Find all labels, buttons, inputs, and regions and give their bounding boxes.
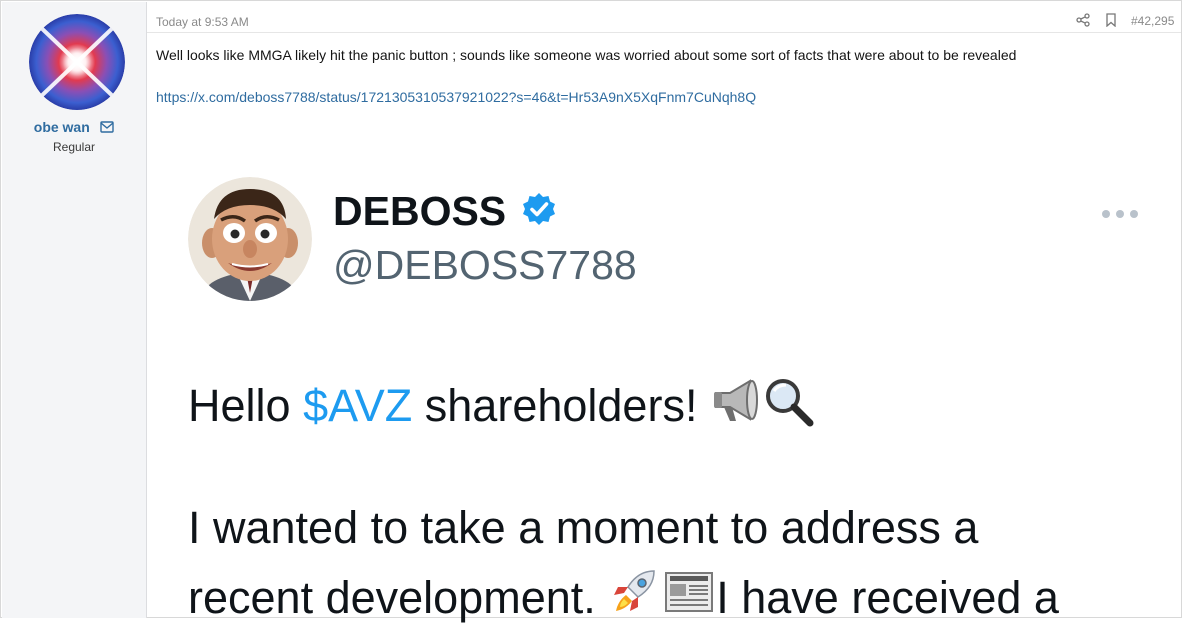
username-row: obe wan xyxy=(2,119,146,138)
loudspeaker-emoji xyxy=(710,375,762,438)
user-avatar[interactable] xyxy=(29,14,125,110)
tweet-text-segment: recent development. xyxy=(188,572,609,623)
cashtag-link[interactable]: $AVZ xyxy=(303,380,412,431)
tweet-text-line: Hello $AVZ shareholders! xyxy=(188,375,814,438)
tweet-text-line: I wanted to take a moment to address a xyxy=(188,502,979,553)
post-link[interactable]: https://x.com/deboss7788/status/17213053… xyxy=(156,89,756,105)
post-number[interactable]: #42,295 xyxy=(1131,14,1174,28)
rocket-emoji xyxy=(608,565,662,630)
tweet-name-row: DEBOSS xyxy=(333,188,557,235)
tweet-author-avatar[interactable] xyxy=(188,177,312,301)
username[interactable]: obe wan xyxy=(34,119,90,135)
post-frame: obe wan Regular Today at 9:53 AM #42,295… xyxy=(0,0,1182,623)
tweet-handle[interactable]: @DEBOSS7788 xyxy=(333,242,637,289)
user-sidebar: obe wan Regular xyxy=(2,2,147,618)
envelope-icon[interactable] xyxy=(100,120,114,138)
share-icon[interactable] xyxy=(1076,13,1090,32)
verified-badge-icon xyxy=(521,191,557,232)
bookmark-icon[interactable] xyxy=(1105,13,1117,32)
post-header: Today at 9:53 AM #42,295 xyxy=(147,2,1181,33)
tweet-text-segment: shareholders! xyxy=(412,380,710,431)
tweet-text-segment: I have received a xyxy=(716,572,1059,623)
user-title: Regular xyxy=(52,140,96,154)
magnifying-glass-emoji xyxy=(762,375,814,438)
tweet-text-line: recent development. I have received a xyxy=(188,565,1059,630)
newspaper-emoji xyxy=(662,565,716,630)
tweet-text-segment: Hello xyxy=(188,380,304,431)
tweet-display-name[interactable]: DEBOSS xyxy=(333,188,506,234)
post-timestamp[interactable]: Today at 9:53 AM xyxy=(156,15,249,29)
post-body-text: Well looks like MMGA likely hit the pani… xyxy=(156,47,1017,63)
post-content: Today at 9:53 AM #42,295 Well looks like… xyxy=(147,2,1181,623)
more-options-icon[interactable] xyxy=(1101,207,1139,225)
